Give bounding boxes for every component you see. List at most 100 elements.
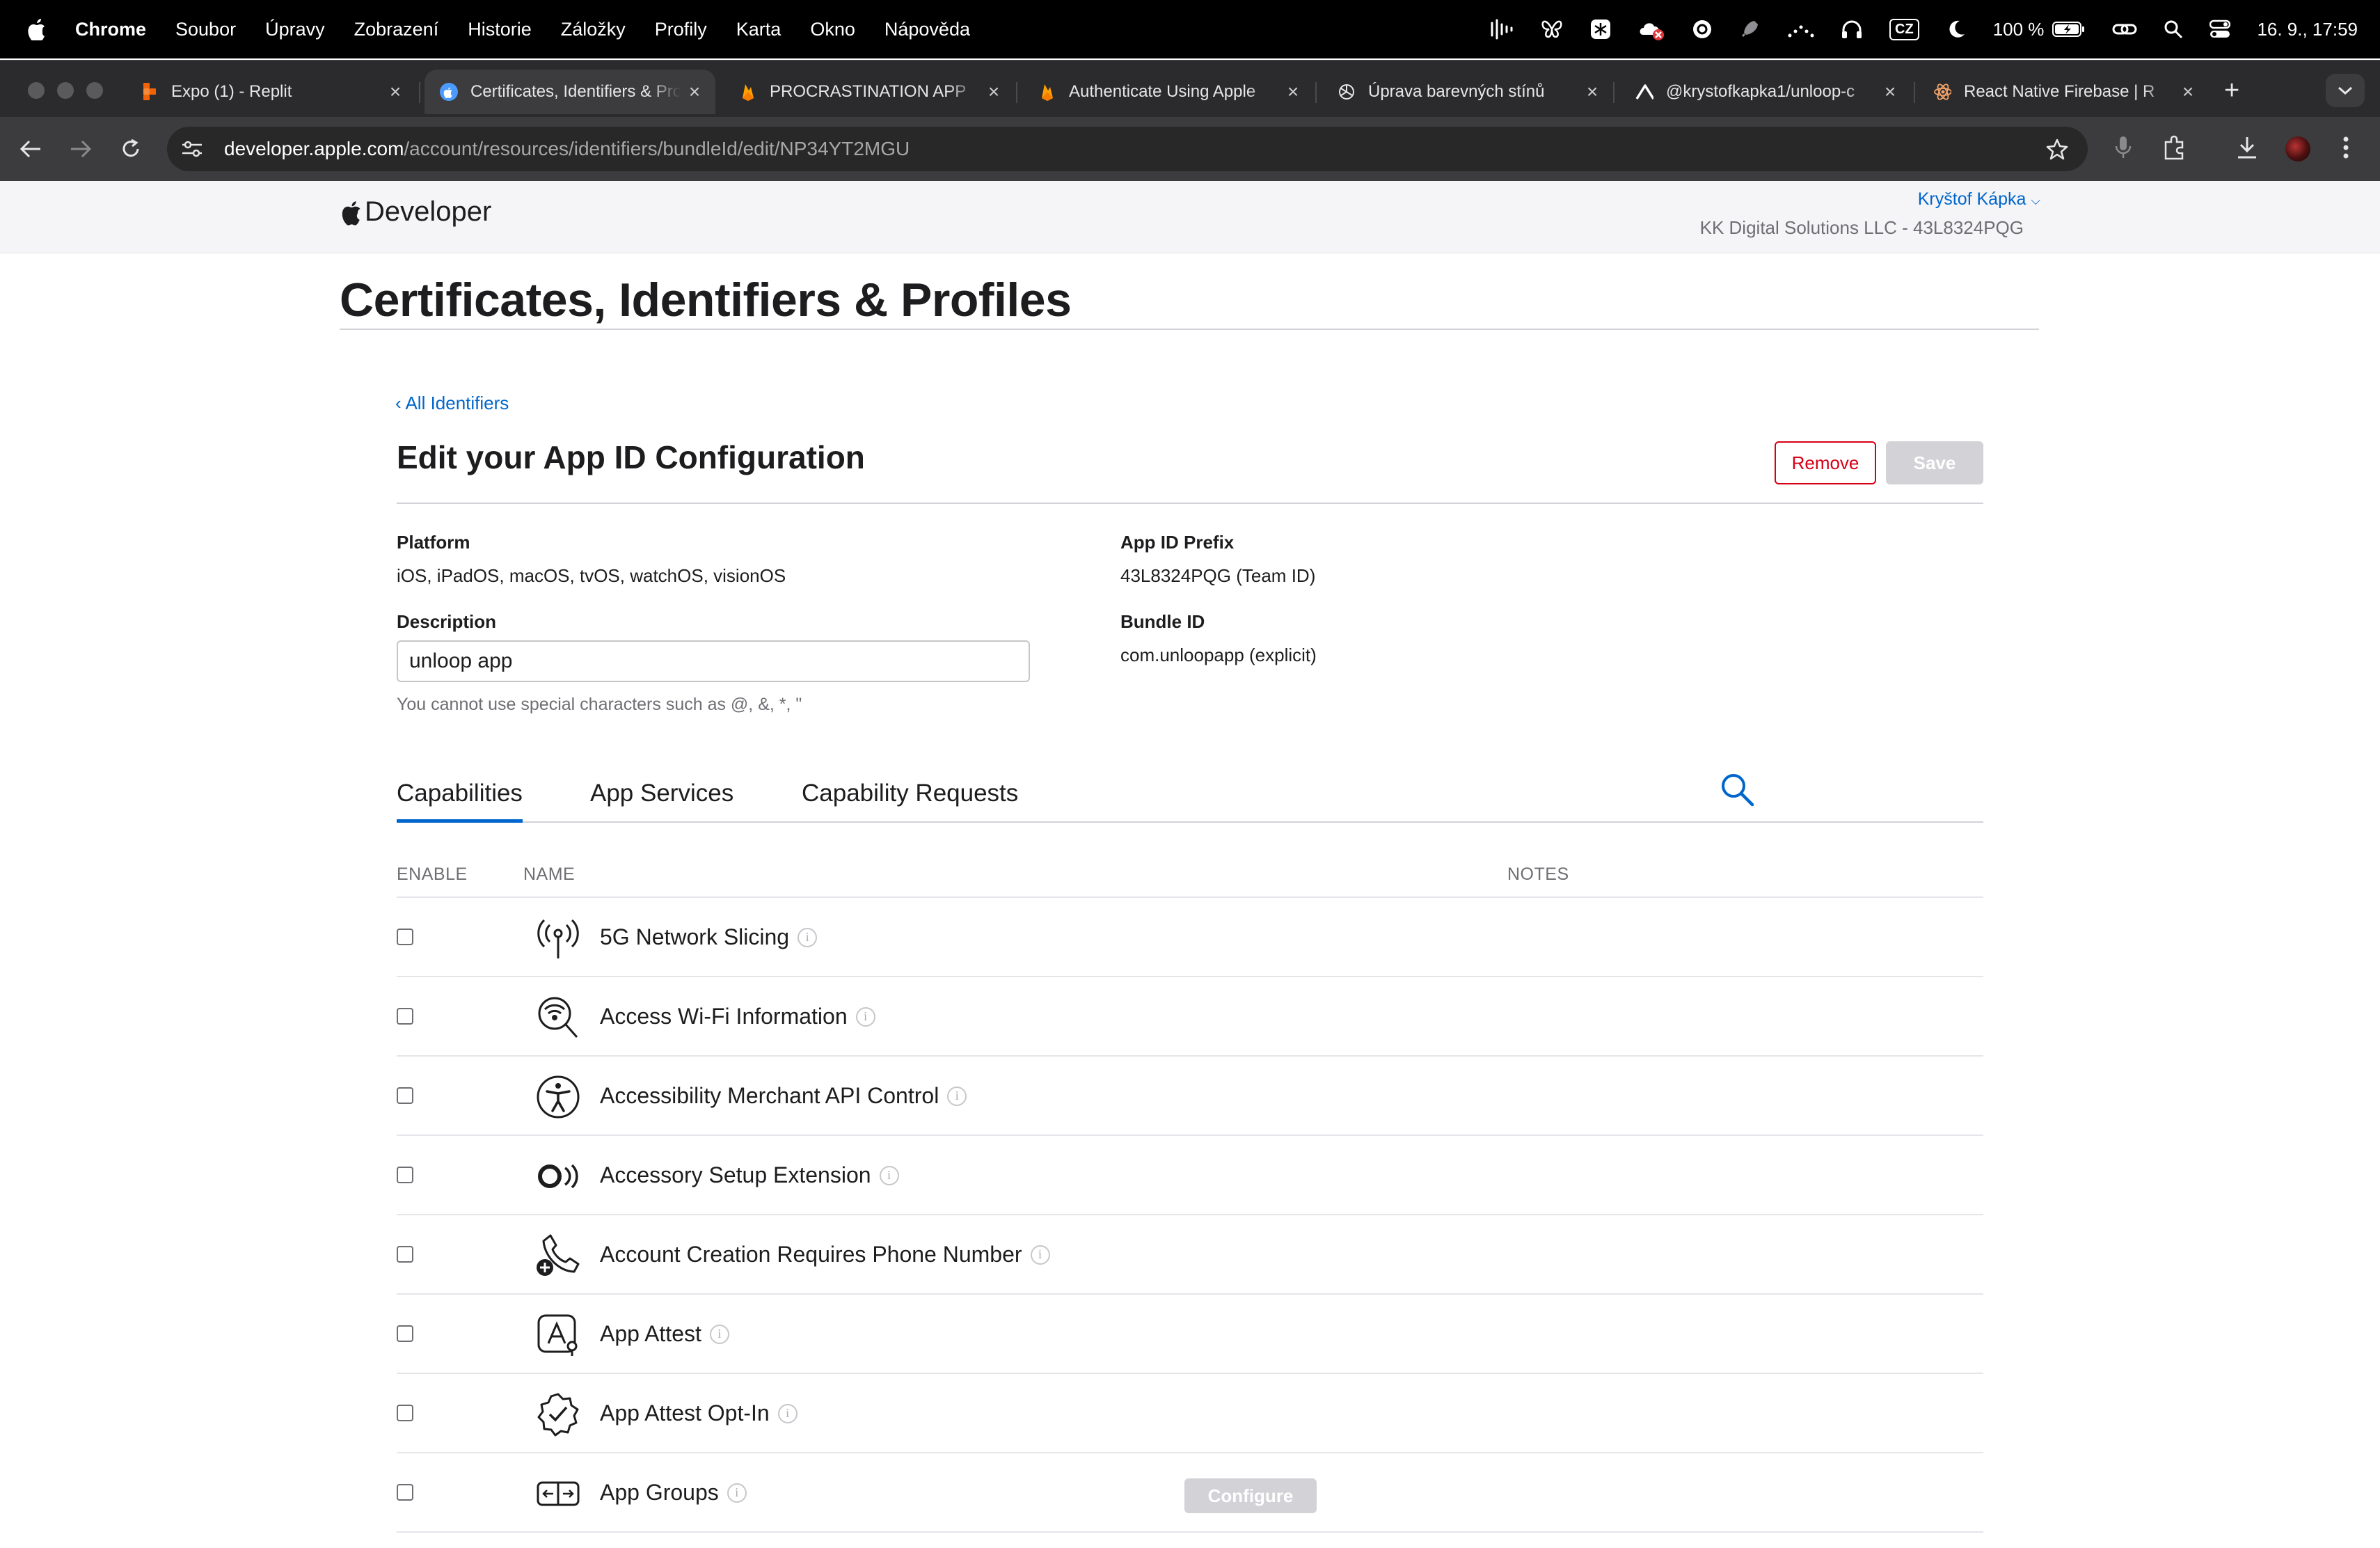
spotlight-search-icon[interactable] <box>2164 19 2183 39</box>
description-input[interactable] <box>397 640 1030 682</box>
menu-upravy[interactable]: Úpravy <box>265 19 325 40</box>
butterfly-icon[interactable] <box>1540 19 1564 40</box>
all-identifiers-link[interactable]: ‹ All Identifiers <box>395 393 509 414</box>
zoom-window-button[interactable] <box>86 82 103 99</box>
dots-icon[interactable] <box>1786 19 1814 40</box>
close-tab-icon[interactable]: × <box>980 81 1008 103</box>
downloads-icon[interactable] <box>2235 135 2259 160</box>
configure-button[interactable]: Configure <box>1184 1478 1317 1513</box>
tab-app-services[interactable]: App Services <box>590 780 733 823</box>
page-title: Certificates, Identifiers & Profiles <box>340 274 1072 326</box>
capability-name: App Attest Opt-In i <box>600 1400 798 1426</box>
browser-tab-expo[interactable]: @krystofkapka1/unloop-c × <box>1620 70 1911 114</box>
back-button[interactable] <box>15 134 46 164</box>
bundle-id-value: com.unloopapp (explicit) <box>1120 645 1317 665</box>
remove-button[interactable]: Remove <box>1775 441 1876 484</box>
profile-avatar[interactable] <box>2285 136 2310 161</box>
close-tab-icon[interactable]: × <box>1876 81 1904 103</box>
apple-developer-icon <box>440 83 458 101</box>
browser-tab-authenticate-apple[interactable]: Authenticate Using Apple × <box>1023 70 1314 114</box>
site-settings-icon[interactable] <box>181 139 206 159</box>
capability-row-accessory-setup-extension: Accessory Setup Extension i <box>397 1136 1983 1215</box>
browser-tab-procrastination-app[interactable]: PROCRASTINATION APP × <box>724 70 1015 114</box>
browser-tab-chatgpt[interactable]: Úprava barevných stínů × <box>1322 70 1613 114</box>
keyboard-layout[interactable]: CZ <box>1889 18 1919 40</box>
info-icon[interactable]: i <box>947 1086 967 1106</box>
menu-historie[interactable]: Historie <box>468 19 532 40</box>
tab-search-button[interactable] <box>2326 74 2365 107</box>
column-header-name: NAME <box>523 864 576 884</box>
platform-label: Platform <box>397 532 470 553</box>
browser-tab-react-native-firebase[interactable]: React Native Firebase | R × <box>1918 70 2209 114</box>
control-center-icon[interactable] <box>2210 19 2231 40</box>
info-icon[interactable]: i <box>727 1483 747 1503</box>
new-tab-button[interactable]: + <box>2224 77 2239 104</box>
tab-capabilities[interactable]: Capabilities <box>397 780 523 823</box>
section-divider <box>397 503 1983 504</box>
forward-button[interactable] <box>65 134 96 164</box>
apple-menu-icon[interactable] <box>26 18 47 40</box>
menu-soubor[interactable]: Soubor <box>175 19 236 40</box>
close-tab-icon[interactable]: × <box>1578 81 1606 103</box>
menu-app-name[interactable]: Chrome <box>75 19 146 40</box>
minimize-window-button[interactable] <box>57 82 74 99</box>
info-icon[interactable]: i <box>709 1324 729 1344</box>
bookmark-star-icon[interactable] <box>2046 138 2068 160</box>
accessory-icon <box>534 1154 582 1199</box>
info-icon[interactable]: i <box>855 1006 875 1027</box>
kebab-menu-icon[interactable] <box>2342 135 2349 160</box>
info-icon[interactable]: i <box>879 1165 899 1185</box>
link-icon[interactable] <box>2112 19 2137 40</box>
capability-name: Account Creation Requires Phone Number i <box>600 1242 1050 1267</box>
close-tab-icon[interactable]: × <box>681 81 708 103</box>
enable-checkbox[interactable] <box>397 1167 413 1183</box>
url-text[interactable]: developer.apple.com/account/resources/id… <box>224 138 2046 160</box>
headphones-icon[interactable] <box>1841 19 1863 40</box>
replit-icon <box>141 83 159 101</box>
menu-karta[interactable]: Karta <box>736 19 782 40</box>
app-attest-icon <box>534 1313 582 1357</box>
audio-bars-icon[interactable] <box>1490 19 1514 40</box>
address-bar[interactable]: developer.apple.com/account/resources/id… <box>167 127 2088 171</box>
tab-title: Expo (1) - Replit <box>171 82 292 101</box>
browser-tab-replit[interactable]: Expo (1) - Replit × <box>125 70 416 114</box>
search-icon <box>1722 774 1754 807</box>
close-window-button[interactable] <box>28 82 45 99</box>
cloud-error-icon[interactable] <box>1637 18 1665 40</box>
info-icon[interactable]: i <box>1030 1245 1050 1265</box>
enable-checkbox[interactable] <box>397 929 413 945</box>
moon-icon[interactable] <box>1946 19 1967 40</box>
capability-search-button[interactable] <box>1719 771 1755 807</box>
browser-tab-apple-developer[interactable]: Certificates, Identifiers & Profiles × <box>425 70 715 114</box>
tab-capability-requests[interactable]: Capability Requests <box>802 780 1018 823</box>
close-tab-icon[interactable]: × <box>2174 81 2202 103</box>
menu-napoveda[interactable]: Nápověda <box>884 19 970 40</box>
enable-checkbox[interactable] <box>397 1246 413 1263</box>
info-icon[interactable]: i <box>798 927 818 947</box>
enable-checkbox[interactable] <box>397 1405 413 1421</box>
battery-icon[interactable] <box>2052 20 2086 38</box>
enable-checkbox[interactable] <box>397 1087 413 1104</box>
close-tab-icon[interactable]: × <box>381 81 409 103</box>
vpn-icon[interactable] <box>1692 19 1713 40</box>
menu-profily[interactable]: Profily <box>655 19 707 40</box>
microphone-icon[interactable] <box>2114 135 2132 160</box>
extensions-icon[interactable] <box>2163 135 2187 160</box>
menu-okno[interactable]: Okno <box>810 19 855 40</box>
enable-checkbox[interactable] <box>397 1484 413 1501</box>
capability-label: App Attest <box>600 1321 701 1346</box>
info-icon[interactable]: i <box>777 1403 798 1423</box>
menu-zalozky[interactable]: Záložky <box>561 19 626 40</box>
save-button[interactable]: Save <box>1886 441 1983 484</box>
clock[interactable]: 16. 9., 17:59 <box>2257 19 2358 40</box>
account-menu[interactable]: Kryštof Kápka ⌵ <box>1918 189 2040 210</box>
menu-zobrazeni[interactable]: Zobrazení <box>354 19 439 40</box>
react-icon <box>1933 83 1951 101</box>
reload-button[interactable] <box>116 134 146 164</box>
developer-logo[interactable]: Developer <box>340 196 491 228</box>
enable-checkbox[interactable] <box>397 1325 413 1342</box>
close-tab-icon[interactable]: × <box>1279 81 1307 103</box>
enable-checkbox[interactable] <box>397 1008 413 1025</box>
app-snowflake-icon[interactable] <box>1590 19 1611 40</box>
rocket-icon[interactable] <box>1739 19 1760 40</box>
